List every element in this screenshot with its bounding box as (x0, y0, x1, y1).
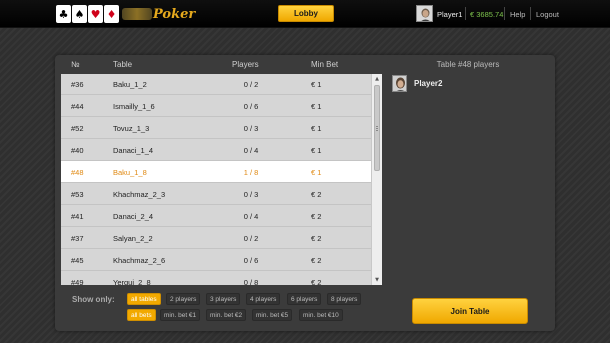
table-name: Tovuz_1_3 (113, 124, 150, 133)
divider (530, 7, 531, 20)
diamond-suit-icon: ♦ (104, 5, 119, 23)
min-bet: € 2 (311, 190, 322, 199)
table-row[interactable]: #53 Khachmaz_2_3 0 / 3 € 2 (61, 183, 371, 205)
table-number: #45 (71, 256, 84, 265)
player-count: 1 / 8 (243, 168, 259, 177)
scroll-down-arrow-icon[interactable]: ▼ (372, 275, 382, 285)
min-bet: € 1 (311, 124, 322, 133)
player-name: Player2 (414, 79, 443, 88)
table-name: Yerguj_2_8 (113, 278, 151, 285)
table-number: #52 (71, 124, 84, 133)
club-suit-icon: ♣ (56, 5, 71, 23)
join-table-button[interactable]: Join Table (412, 298, 528, 324)
player-count: 0 / 3 (243, 124, 259, 133)
table-row[interactable]: #40 Danaci_1_4 0 / 4 € 1 (61, 139, 371, 161)
min-bet: € 1 (311, 168, 322, 177)
table-row[interactable]: #37 Salyan_2_2 0 / 2 € 2 (61, 227, 371, 249)
table-name: Khachmaz_2_6 (113, 256, 166, 265)
player-count: 0 / 2 (243, 80, 259, 89)
player-avatar (392, 75, 407, 92)
column-header-number[interactable]: № (71, 60, 80, 69)
scroll-up-arrow-icon[interactable]: ▲ (372, 74, 382, 84)
show-only-label: Show only: (72, 295, 115, 304)
min-bet: € 2 (311, 234, 322, 243)
filter-players-option[interactable]: all tables (127, 293, 161, 305)
table-name: Danaci_2_4 (113, 212, 154, 221)
column-header-min-bet[interactable]: Min Bet (311, 60, 338, 69)
table-name: Salyan_2_2 (113, 234, 153, 243)
table-row[interactable]: #48 Baku_1_8 1 / 8 € 1 (61, 161, 371, 183)
filter-bet-option[interactable]: all bets (127, 309, 156, 321)
tables-list[interactable]: #36 Baku_1_2 0 / 2 € 1 #44 Ismailly_1_6 0 / 6 €… (61, 74, 382, 285)
table-number: #44 (71, 102, 84, 111)
table-row[interactable]: #49 Yerguj_2_8 0 / 8 € 2 (61, 271, 371, 285)
min-bet: € 1 (311, 146, 322, 155)
table-number: #36 (71, 80, 84, 89)
balance: € 3685.74 (470, 10, 504, 19)
table-name: Baku_1_8 (113, 168, 147, 177)
logo-text: Poker (153, 6, 196, 22)
spade-suit-icon: ♠ (72, 5, 87, 23)
filter-players-option[interactable]: 8 players (327, 293, 362, 305)
player-count: 0 / 4 (243, 212, 259, 221)
username[interactable]: Player1 (437, 10, 462, 19)
table-row[interactable]: #41 Danaci_2_4 0 / 4 € 2 (61, 205, 371, 227)
table-name: Khachmaz_2_3 (113, 190, 166, 199)
table-name: Ismailly_1_6 (113, 102, 155, 111)
min-bet: € 2 (311, 212, 322, 221)
site-logo[interactable]: ♣ ♠ ♥ ♦ Poker (56, 4, 195, 24)
table-number: #37 (71, 234, 84, 243)
scrollbar-thumb[interactable] (374, 85, 380, 171)
filter-players-option[interactable]: 3 players (206, 293, 241, 305)
player-count: 0 / 8 (243, 278, 259, 285)
table-number: #48 (71, 168, 84, 177)
min-bet: € 2 (311, 256, 322, 265)
table-number: #53 (71, 190, 84, 199)
min-bet: € 2 (311, 278, 322, 285)
min-bet: € 1 (311, 80, 322, 89)
player-count: 0 / 2 (243, 234, 259, 243)
player-count: 0 / 4 (243, 146, 259, 155)
filter-bet-option[interactable]: min. bet €10 (299, 309, 343, 321)
player-count: 0 / 3 (243, 190, 259, 199)
divider (504, 7, 505, 20)
table-number: #49 (71, 278, 84, 285)
filter-bet-option[interactable]: min. bet €1 (160, 309, 201, 321)
min-bet: € 1 (311, 102, 322, 111)
vertical-scrollbar[interactable]: ▲ ▼ (371, 74, 382, 285)
logout-link[interactable]: Logout (536, 10, 559, 19)
person-avatar-icon (393, 76, 406, 91)
table-number: #41 (71, 212, 84, 221)
player-count: 0 / 6 (243, 102, 259, 111)
filter-players-option[interactable]: 4 players (246, 293, 281, 305)
filter-players-option[interactable]: 6 players (287, 293, 322, 305)
help-link[interactable]: Help (510, 10, 525, 19)
person-avatar-icon (417, 6, 432, 21)
player-count: 0 / 6 (243, 256, 259, 265)
column-header-players[interactable]: Players (232, 60, 259, 69)
user-avatar[interactable] (416, 5, 433, 22)
table-name: Danaci_1_4 (113, 146, 154, 155)
filter-players-option[interactable]: 2 players (166, 293, 201, 305)
lobby-button[interactable]: Lobby (278, 5, 334, 22)
filter-bet-option[interactable]: min. bet €2 (206, 309, 247, 321)
heart-suit-icon: ♥ (88, 5, 103, 23)
table-row[interactable]: #44 Ismailly_1_6 0 / 6 € 1 (61, 95, 371, 117)
table-row[interactable]: #45 Khachmaz_2_6 0 / 6 € 2 (61, 249, 371, 271)
divider (465, 7, 466, 20)
table-row[interactable]: #52 Tovuz_1_3 0 / 3 € 1 (61, 117, 371, 139)
table-row[interactable]: #36 Baku_1_2 0 / 2 € 1 (61, 74, 371, 95)
blurred-logo-brand (122, 8, 152, 20)
table-number: #40 (71, 146, 84, 155)
filter-bet-option[interactable]: min. bet €5 (252, 309, 293, 321)
table-name: Baku_1_2 (113, 80, 147, 89)
column-header-table[interactable]: Table (113, 60, 132, 69)
table-players-title: Table #48 players (436, 60, 500, 69)
